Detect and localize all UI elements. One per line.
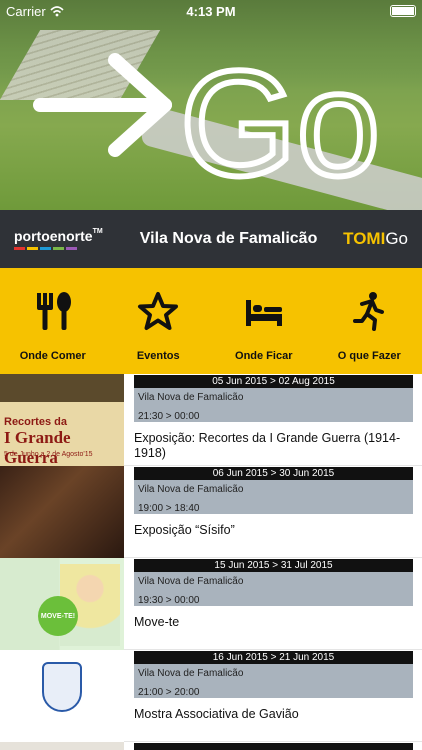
thumbnail-text: Recortes da	[4, 416, 67, 428]
status-bar: Carrier 4:13 PM	[0, 0, 422, 22]
event-thumbnail	[0, 650, 124, 742]
event-times: 19:00 > 18:40	[138, 503, 200, 514]
category-label: O que Fazer	[337, 350, 401, 362]
app-suffix: Go	[385, 229, 408, 248]
runner-icon	[353, 292, 385, 331]
event-dates: 05 Jun 2015 > 02 Aug 2015	[134, 375, 413, 388]
star-icon	[138, 292, 179, 330]
event-info: 16 Jun 2015 > 21 Jun 2015 Vila Nova de F…	[124, 650, 422, 741]
bed-icon	[245, 300, 282, 326]
event-title: Mostra Associativa de Gavião	[134, 707, 299, 721]
event-info: 15 Jun 2015 > 31 Jul 2015 Vila Nova de F…	[124, 558, 422, 649]
event-dates: 15 Jun 2015 > 31 Jul 2015	[134, 559, 413, 572]
event-row[interactable]: MOVE-TE! 15 Jun 2015 > 31 Jul 2015 Vila …	[0, 558, 422, 650]
partner-stripe	[66, 247, 77, 250]
event-row[interactable]: Recortes da I Grande Guerra 5 de Junho a…	[0, 374, 422, 466]
partner-name: portoenorte	[14, 228, 93, 244]
thumbnail-text: 5 de Junho a 2 de Agosto'15	[4, 451, 93, 458]
event-dates: 16 Jun 2015 > 21 Jun 2015	[134, 651, 413, 664]
event-info: 05 Jun 2015 > 02 Aug 2015 Vila Nova de F…	[124, 374, 422, 465]
event-times: 21:30 > 00:00	[138, 411, 200, 422]
event-title: Exposição “Sísifo”	[134, 523, 235, 537]
event-times: 19:30 > 00:00	[138, 595, 200, 606]
event-venue-box: Vila Nova de Famalicão 21:00 > 20:00	[134, 664, 413, 698]
event-row[interactable]: 06 Jun 2015 > 30 Jun 2015 Vila Nova de F…	[0, 466, 422, 558]
partner-tm: TM	[92, 228, 103, 235]
event-dates	[134, 743, 413, 750]
event-venue: Vila Nova de Famalicão	[138, 576, 244, 587]
event-row[interactable]: 16 Jun 2015 > 21 Jun 2015 Vila Nova de F…	[0, 650, 422, 742]
partner-stripes	[14, 247, 114, 250]
category-onde-ficar[interactable]: Onde Ficar	[211, 268, 317, 374]
category-o-que-fazer[interactable]: O que Fazer	[317, 268, 422, 374]
event-row[interactable]	[0, 742, 422, 750]
status-time: 4:13 PM	[186, 3, 236, 19]
category-label: Onde Comer	[19, 350, 86, 362]
category-bar: Onde Comer Eventos Onde Ficar O que Faze…	[0, 268, 422, 374]
event-thumbnail: Recortes da I Grande Guerra 5 de Junho a…	[0, 374, 124, 466]
event-thumbnail: MOVE-TE!	[0, 558, 124, 650]
event-thumbnail	[0, 742, 124, 750]
event-title: Move-te	[134, 615, 180, 629]
event-title: Exposição: Recortes da I Grande Guerra (…	[134, 431, 401, 460]
fork-spoon-icon	[36, 292, 71, 330]
event-thumbnail	[0, 466, 124, 558]
app-logo: TOMIGo	[343, 229, 408, 249]
go-logo: Go	[33, 50, 383, 190]
event-venue: Vila Nova de Famalicão	[138, 484, 244, 495]
event-info: 06 Jun 2015 > 30 Jun 2015 Vila Nova de F…	[124, 466, 422, 557]
partner-stripe	[27, 247, 38, 250]
partner-stripe	[40, 247, 51, 250]
event-venue: Vila Nova de Famalicão	[138, 392, 244, 403]
event-list: Recortes da I Grande Guerra 5 de Junho a…	[0, 374, 422, 750]
battery-icon	[390, 5, 416, 17]
go-logo-text: Go	[180, 50, 380, 190]
event-venue-box: Vila Nova de Famalicão 21:30 > 00:00	[134, 388, 413, 422]
category-label: Onde Ficar	[235, 350, 293, 362]
thumbnail-header	[0, 374, 124, 402]
city-title: Vila Nova de Famalicão	[139, 230, 318, 247]
crest-icon	[42, 662, 82, 712]
app-name: TOMI	[343, 229, 386, 248]
event-times: 21:00 > 20:00	[138, 687, 200, 698]
category-label: Eventos	[136, 350, 180, 362]
hero-banner: Go Carrier 4:13 PM	[0, 0, 422, 210]
event-info	[124, 742, 422, 750]
event-venue-box: Vila Nova de Famalicão 19:00 > 18:40	[134, 480, 413, 514]
partner-logo: portoenorteTM	[14, 228, 114, 250]
thumbnail-badge: MOVE-TE!	[38, 596, 78, 636]
category-onde-comer[interactable]: Onde Comer	[0, 268, 106, 374]
thumbnail-text: I Grande Guerra	[4, 428, 71, 466]
partner-stripe	[14, 247, 25, 250]
partner-stripe	[53, 247, 64, 250]
category-eventos[interactable]: Eventos	[106, 268, 212, 374]
event-venue: Vila Nova de Famalicão	[138, 668, 244, 679]
brand-bar: portoenorteTM Vila Nova de Famalicão TOM…	[0, 210, 422, 268]
event-dates: 06 Jun 2015 > 30 Jun 2015	[134, 467, 413, 480]
event-venue-box: Vila Nova de Famalicão 19:30 > 00:00	[134, 572, 413, 606]
